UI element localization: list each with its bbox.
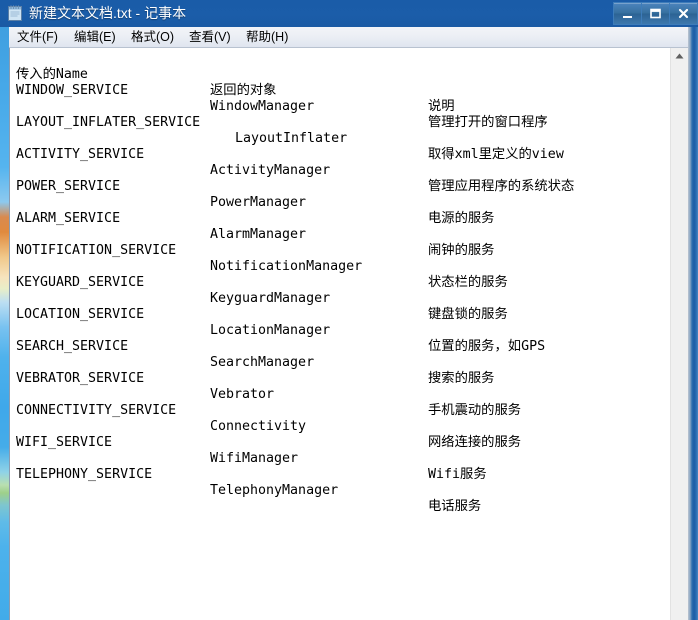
service-name: LAYOUT_INFLATER_SERVICE (16, 115, 201, 130)
service-description: Wifi服务 (428, 467, 487, 482)
service-description: 闹钟的服务 (428, 243, 495, 258)
service-name: TELEPHONY_SERVICE (16, 467, 153, 482)
service-name: WINDOW_SERVICE (16, 83, 129, 98)
text-line: KEYGUARD_SERVICE KeyguardManager 键盘锁的服务 (10, 259, 670, 322)
service-name: LOCATION_SERVICE (16, 307, 145, 322)
window-left-border (0, 27, 9, 620)
minimize-button[interactable] (613, 2, 642, 25)
text-line: NOTIFICATION_SERVICE NotificationManager… (10, 227, 670, 290)
notepad-window: 新建文本文档.txt - 记事本 文件(F) 编辑(E) 格式(O) 查看(V)… (0, 0, 698, 620)
close-button[interactable] (669, 2, 698, 25)
service-description: 手机震动的服务 (428, 403, 522, 418)
menu-view[interactable]: 查看(V) (183, 29, 237, 46)
notepad-icon (6, 4, 24, 22)
service-description: 状态栏的服务 (428, 275, 508, 290)
service-name: POWER_SERVICE (16, 179, 121, 194)
scroll-up-icon (671, 53, 688, 59)
text-line: VEBRATOR_SERVICE Vebrator 手机震动的服务 (10, 355, 670, 418)
text-line: POWER_SERVICE PowerManager 电源的服务 (10, 163, 670, 226)
text-line: TELEPHONY_SERVICE TelephonyManager 电话服务 (10, 451, 670, 514)
client-area: 传入的Name 返回的对象 说明 WINDOW_SERVICE WindowMa… (9, 48, 688, 620)
service-name: KEYGUARD_SERVICE (16, 275, 145, 290)
text-line: CONNECTIVITY_SERVICE Connectivity 网络连接的服… (10, 387, 670, 450)
service-name: VEBRATOR_SERVICE (16, 371, 145, 386)
service-name: CONNECTIVITY_SERVICE (16, 403, 177, 418)
service-name: WIFI_SERVICE (16, 435, 113, 450)
text-line: LAYOUT_INFLATER_SERVICE LayoutInflater 取… (10, 99, 670, 162)
maximize-button[interactable] (641, 2, 670, 25)
window-right-border (688, 27, 698, 620)
service-description: 取得xml里定义的view (428, 147, 564, 162)
text-editor[interactable]: 传入的Name 返回的对象 说明 WINDOW_SERVICE WindowMa… (10, 48, 670, 620)
window-title: 新建文本文档.txt - 记事本 (29, 5, 187, 21)
service-description: 位置的服务，如GPS (428, 339, 546, 354)
text-line: ALARM_SERVICE AlarmManager 闹钟的服务 (10, 195, 670, 258)
text-line: LOCATION_SERVICE LocationManager 位置的服务，如… (10, 291, 670, 354)
service-description: 键盘锁的服务 (428, 307, 508, 322)
vertical-scrollbar[interactable] (670, 48, 688, 620)
menu-file[interactable]: 文件(F) (11, 29, 64, 46)
menu-format[interactable]: 格式(O) (125, 29, 180, 46)
menu-bar: 文件(F) 编辑(E) 格式(O) 查看(V) 帮助(H) (9, 27, 688, 48)
service-description: 电源的服务 (428, 211, 495, 226)
title-bar[interactable]: 新建文本文档.txt - 记事本 (0, 0, 698, 27)
column-header-object: 返回的对象 (210, 83, 277, 98)
service-description: 电话服务 (428, 499, 482, 514)
service-name: NOTIFICATION_SERVICE (16, 243, 177, 258)
scrollbar-track[interactable] (671, 65, 688, 620)
service-description: 搜索的服务 (428, 371, 495, 386)
scroll-up-button[interactable] (671, 48, 688, 65)
text-line: SEARCH_SERVICE SearchManager 搜索的服务 (10, 323, 670, 386)
menu-edit[interactable]: 编辑(E) (68, 29, 122, 46)
service-name: ALARM_SERVICE (16, 211, 121, 226)
text-line: WINDOW_SERVICE WindowManager 管理打开的窗口程序 (10, 67, 670, 130)
text-line: ACTIVITY_SERVICE ActivityManager 管理应用程序的… (10, 131, 670, 194)
service-description: 网络连接的服务 (428, 435, 522, 450)
service-name: SEARCH_SERVICE (16, 339, 129, 354)
service-description: 管理打开的窗口程序 (428, 115, 548, 130)
service-name: ACTIVITY_SERVICE (16, 147, 145, 162)
service-description: 管理应用程序的系统状态 (428, 179, 575, 194)
menu-help[interactable]: 帮助(H) (240, 29, 294, 46)
service-object: TelephonyManager (210, 483, 339, 498)
text-line: 传入的Name 返回的对象 说明 (10, 51, 670, 114)
text-line: WIFI_SERVICE WifiManager Wifi服务 (10, 419, 670, 482)
